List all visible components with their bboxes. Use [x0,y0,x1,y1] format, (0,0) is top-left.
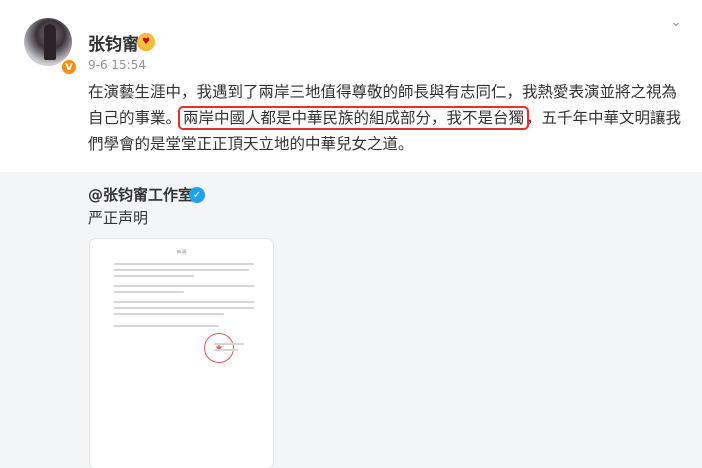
document-title: 声明 [176,250,187,256]
post-timestamp[interactable]: 9-6 15:54 [88,58,146,72]
verified-v-orange-icon: V [60,58,78,76]
repost-text: 严正声明 [88,209,149,227]
doc-line [114,301,254,303]
doc-line [114,263,254,265]
doc-line [114,291,184,293]
heart-eyes-emoji-icon: ♥ [137,33,155,51]
doc-line [114,307,254,309]
doc-line [214,343,244,345]
doc-line [114,325,219,327]
doc-line [114,269,249,271]
doc-line [114,285,254,287]
statement-image[interactable]: 声明 ★ [90,239,273,468]
post-content: 在演藝生涯中，我遇到了兩岸三地值得尊敬的師長與有志同仁，我熱愛表演並將之視為自己… [88,79,688,157]
doc-line [214,349,238,351]
red-seal-stamp-icon: ★ [204,333,234,363]
repost-username[interactable]: @张钧甯工作室 [88,184,193,205]
verified-blue-icon: ✓ [189,187,205,203]
chevron-down-icon[interactable]: ⌄ [666,14,686,30]
doc-line [114,313,224,315]
doc-line [114,275,194,277]
post-username[interactable]: 张钧甯 [88,30,139,55]
highlighted-text: 兩岸中國人都是中華民族的組成部分，我不是台獨 [178,106,530,130]
avatar-figure [44,24,56,60]
